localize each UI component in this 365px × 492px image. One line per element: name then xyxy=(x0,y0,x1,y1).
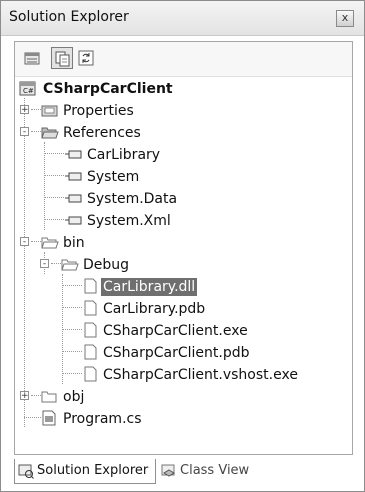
tree-line xyxy=(44,175,64,176)
tree-line xyxy=(44,219,64,220)
collapse-toggle[interactable]: - xyxy=(20,237,29,247)
solution-explorer-window: Solution Explorer x C# CSharpCarClient +… xyxy=(0,0,365,492)
collapse-toggle[interactable]: - xyxy=(20,127,29,137)
collapse-toggle[interactable]: - xyxy=(40,259,49,269)
tree-line xyxy=(24,98,25,427)
open-folder-outline-icon xyxy=(61,259,79,271)
expand-toggle[interactable]: + xyxy=(20,391,29,401)
properties-button[interactable] xyxy=(21,47,43,69)
folder-outline-icon xyxy=(41,391,57,403)
tree-label: CSharpCarClient.vshost.exe xyxy=(103,367,298,383)
tab-bar: Solution Explorer Class View xyxy=(14,459,351,485)
reference-icon xyxy=(65,194,82,203)
show-all-files-button[interactable] xyxy=(51,47,73,69)
tree-line xyxy=(62,307,82,308)
open-folder-icon xyxy=(41,127,59,139)
tree-label: System.Data xyxy=(87,191,178,207)
reference-icon xyxy=(65,216,82,225)
tree-label: CarLibrary xyxy=(87,147,161,163)
tree-panel: C# CSharpCarClient + Properties - Refere… xyxy=(14,41,353,455)
tree-label: System xyxy=(87,169,140,185)
show-all-files-icon xyxy=(55,51,70,67)
close-button[interactable]: x xyxy=(336,10,354,27)
class-view-icon xyxy=(161,464,175,477)
tree-line xyxy=(31,241,41,242)
file-icon xyxy=(84,278,97,294)
window-title: Solution Explorer xyxy=(9,9,129,25)
tree-label: CSharpCarClient.exe xyxy=(103,323,248,339)
refresh-icon xyxy=(78,50,94,66)
tab-label: Solution Explorer xyxy=(37,463,149,478)
reference-icon xyxy=(65,150,82,159)
file-icon xyxy=(84,344,97,360)
open-folder-outline-icon xyxy=(41,237,59,249)
properties-folder-icon xyxy=(41,105,58,117)
svg-text:C#: C# xyxy=(23,87,34,95)
solution-tree: C# CSharpCarClient + Properties - Refere… xyxy=(15,78,352,454)
file-icon xyxy=(84,322,97,338)
tree-label: Properties xyxy=(63,103,134,119)
reference-icon xyxy=(65,172,82,181)
tree-label: bin xyxy=(63,235,85,251)
tree-label: Debug xyxy=(83,257,130,273)
file-icon xyxy=(84,300,97,316)
tree-label: CarLibrary.dll xyxy=(101,278,198,296)
expand-toggle[interactable]: + xyxy=(20,105,29,115)
tab-solution-explorer[interactable]: Solution Explorer xyxy=(14,459,156,484)
tree-line xyxy=(31,131,41,132)
tree-line xyxy=(44,142,45,230)
tree-line xyxy=(62,285,82,286)
tree-line xyxy=(62,329,82,330)
solution-label: CSharpCarClient xyxy=(43,81,173,97)
title-bar: Solution Explorer x xyxy=(1,1,364,36)
close-icon: x xyxy=(341,11,349,24)
properties-icon xyxy=(24,52,40,65)
tab-label: Class View xyxy=(180,463,250,478)
csharp-project-icon: C# xyxy=(19,81,36,96)
csharp-file-icon xyxy=(42,410,56,426)
tree-label: CSharpCarClient.pdb xyxy=(103,345,250,361)
tree-label: References xyxy=(63,125,141,141)
file-icon xyxy=(84,366,97,382)
refresh-button[interactable] xyxy=(75,47,97,69)
tree-line xyxy=(51,263,61,264)
tree-label: CarLibrary.pdb xyxy=(103,301,206,317)
tree-line xyxy=(62,351,82,352)
toolbar xyxy=(15,42,352,77)
tree-line xyxy=(62,373,82,374)
tree-label: System.Xml xyxy=(87,213,171,229)
tree-line xyxy=(24,417,41,418)
tree-line xyxy=(31,395,41,396)
solution-explorer-icon xyxy=(18,464,34,479)
tree-line xyxy=(44,197,64,198)
tree-line xyxy=(31,109,41,110)
tree-label: Program.cs xyxy=(63,411,142,427)
tree-label: obj xyxy=(63,389,85,405)
tree-line xyxy=(44,153,64,154)
tab-class-view[interactable]: Class View xyxy=(158,459,270,483)
